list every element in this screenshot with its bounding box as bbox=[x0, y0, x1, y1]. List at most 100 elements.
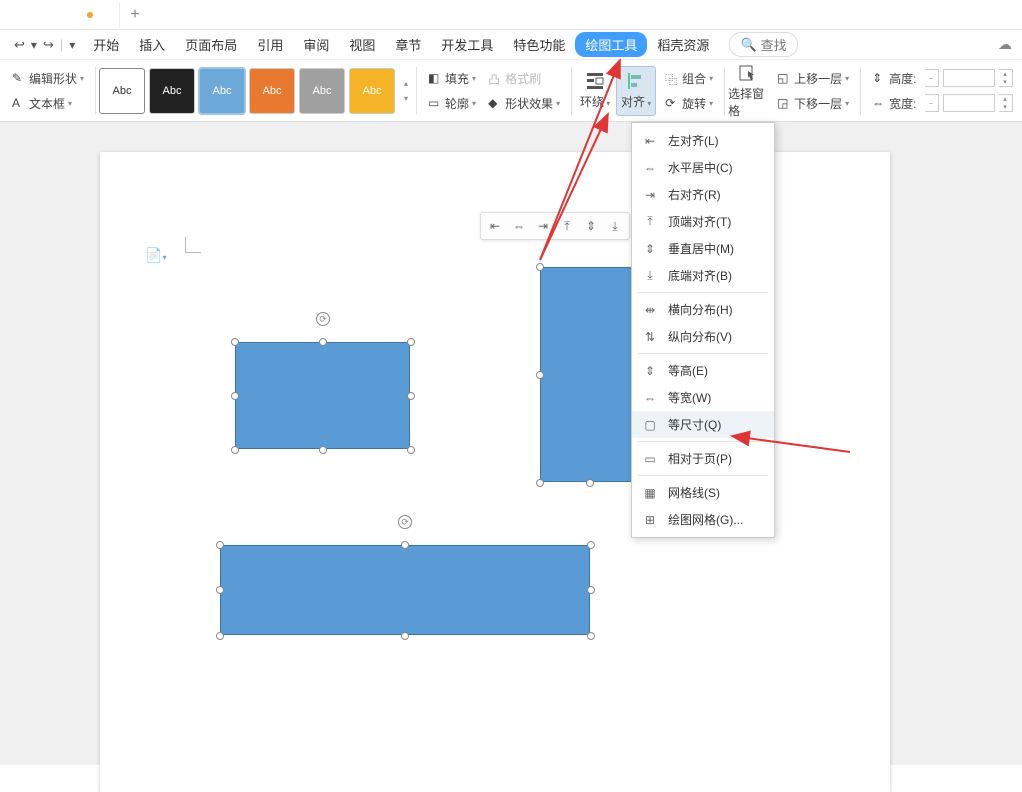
height-input[interactable] bbox=[943, 69, 995, 87]
align-menu-item[interactable]: ⇔水平居中(C) bbox=[632, 154, 774, 181]
menu-view[interactable]: 视图 bbox=[339, 31, 385, 58]
align-menu-item[interactable]: ⇕等高(E) bbox=[632, 357, 774, 384]
search-icon: 🔍 bbox=[740, 37, 756, 53]
align-menu-item[interactable]: ⊞绘图网格(G)... bbox=[632, 506, 774, 533]
resize-handle[interactable] bbox=[587, 632, 595, 640]
outline-button[interactable]: ▭轮廓▾ bbox=[424, 93, 480, 114]
align-menu-item[interactable]: ▭相对于页(P) bbox=[632, 445, 774, 472]
align-menu-item[interactable]: ⇹横向分布(H) bbox=[632, 296, 774, 323]
resize-handle[interactable] bbox=[407, 392, 415, 400]
menu-references[interactable]: 引用 bbox=[247, 31, 293, 58]
mini-align-top-icon[interactable]: ⤒ bbox=[557, 216, 577, 236]
height-stepper-minus[interactable]: – bbox=[925, 69, 939, 87]
style-swatch-2[interactable]: Abc bbox=[149, 68, 195, 114]
text-box-button[interactable]: A文本框▾ bbox=[8, 93, 88, 114]
width-stepper[interactable]: ▴▾ bbox=[999, 94, 1013, 112]
rotate-button[interactable]: ⟳旋转▾ bbox=[661, 93, 717, 114]
new-tab-button[interactable]: + bbox=[120, 6, 150, 24]
document-tab[interactable] bbox=[60, 2, 120, 28]
align-menu-item[interactable]: ⤒顶端对齐(T) bbox=[632, 208, 774, 235]
gallery-more-button[interactable]: ▴▾ bbox=[399, 79, 413, 103]
resize-handle[interactable] bbox=[586, 479, 594, 487]
menu-review[interactable]: 审阅 bbox=[293, 31, 339, 58]
align-menu-item[interactable]: ⇔等宽(W) bbox=[632, 384, 774, 411]
rotate-handle-3[interactable]: ⟳ bbox=[398, 515, 412, 529]
width-icon: ⇔ bbox=[872, 96, 886, 110]
height-label: ⇕高度: bbox=[868, 68, 920, 89]
align-menu-item[interactable]: ⇕垂直居中(M) bbox=[632, 235, 774, 262]
shape-effect-button[interactable]: ◆形状效果▾ bbox=[484, 93, 564, 114]
menu-insert[interactable]: 插入 bbox=[129, 31, 175, 58]
resize-handle[interactable] bbox=[319, 338, 327, 346]
wrap-button[interactable]: 环绕 ▾ bbox=[575, 66, 615, 116]
selection-pane-icon bbox=[738, 63, 758, 83]
paragraph-options-icon[interactable]: 📄▾ bbox=[145, 247, 166, 264]
resize-handle[interactable] bbox=[536, 479, 544, 487]
cloud-sync-icon[interactable]: ☁ bbox=[998, 36, 1012, 53]
menu-special[interactable]: 特色功能 bbox=[503, 31, 575, 58]
mini-align-center-h-icon[interactable]: ⇔ bbox=[509, 216, 529, 236]
align-menu-item[interactable]: ⇥右对齐(R) bbox=[632, 181, 774, 208]
mini-align-right-icon[interactable]: ⇥ bbox=[533, 216, 553, 236]
resize-handle[interactable] bbox=[536, 263, 544, 271]
style-swatch-3[interactable]: Abc bbox=[199, 68, 245, 114]
mini-align-bottom-icon[interactable]: ⤓ bbox=[605, 216, 625, 236]
style-swatch-1[interactable]: Abc bbox=[99, 68, 145, 114]
group-button[interactable]: ⿻组合▾ bbox=[661, 68, 717, 89]
resize-handle[interactable] bbox=[231, 338, 239, 346]
align-menu-item[interactable]: ⇅纵向分布(V) bbox=[632, 323, 774, 350]
menu-devtools[interactable]: 开发工具 bbox=[431, 31, 503, 58]
height-stepper[interactable]: ▴▾ bbox=[999, 69, 1013, 87]
align-item-icon: ⤒ bbox=[642, 214, 658, 230]
resize-handle[interactable] bbox=[319, 446, 327, 454]
menu-start[interactable]: 开始 bbox=[83, 31, 129, 58]
resize-handle[interactable] bbox=[401, 632, 409, 640]
redo-icon[interactable]: ↪ bbox=[43, 37, 54, 53]
selection-pane-button[interactable]: 选择窗格 bbox=[728, 66, 768, 116]
resize-handle[interactable] bbox=[407, 338, 415, 346]
mini-align-toolbar[interactable]: ⇤ ⇔ ⇥ ⤒ ⇕ ⤓ bbox=[480, 212, 630, 240]
resize-handle[interactable] bbox=[401, 541, 409, 549]
resize-handle[interactable] bbox=[587, 541, 595, 549]
search-box[interactable]: 🔍 查找 bbox=[729, 32, 797, 57]
resize-handle[interactable] bbox=[536, 371, 544, 379]
fill-button[interactable]: ◧填充▾ bbox=[424, 68, 480, 89]
menu-pagelayout[interactable]: 页面布局 bbox=[175, 31, 247, 58]
align-menu-item[interactable]: ⤓底端对齐(B) bbox=[632, 262, 774, 289]
resize-handle[interactable] bbox=[216, 632, 224, 640]
align-item-label: 等宽(W) bbox=[668, 389, 711, 406]
align-menu-item[interactable]: ▢等尺寸(Q) bbox=[632, 411, 774, 438]
align-menu-item[interactable]: ⇤左对齐(L) bbox=[632, 127, 774, 154]
undo-icon[interactable]: ↩ bbox=[14, 37, 25, 53]
style-swatch-4[interactable]: Abc bbox=[249, 68, 295, 114]
align-button[interactable]: 对齐 ▾ bbox=[616, 66, 656, 116]
shape-rectangle-3[interactable] bbox=[220, 545, 590, 635]
resize-handle[interactable] bbox=[587, 586, 595, 594]
rotate-handle-1[interactable]: ⟳ bbox=[316, 312, 330, 326]
margin-corner-mark bbox=[185, 237, 201, 253]
shape-effect-icon: ◆ bbox=[488, 96, 502, 110]
shape-style-gallery[interactable]: Abc Abc Abc Abc Abc Abc ▴▾ bbox=[99, 68, 413, 114]
shape-rectangle-1[interactable] bbox=[235, 342, 410, 449]
menu-section[interactable]: 章节 bbox=[385, 31, 431, 58]
resize-handle[interactable] bbox=[231, 446, 239, 454]
resize-handle[interactable] bbox=[216, 586, 224, 594]
resize-handle[interactable] bbox=[216, 541, 224, 549]
width-stepper-minus[interactable]: – bbox=[925, 94, 939, 112]
mini-align-center-v-icon[interactable]: ⇕ bbox=[581, 216, 601, 236]
resize-handle[interactable] bbox=[407, 446, 415, 454]
shape-rectangle-2[interactable] bbox=[540, 267, 640, 482]
menu-docer[interactable]: 稻壳资源 bbox=[647, 31, 719, 58]
menu-drawing-tools[interactable]: 绘图工具 bbox=[575, 32, 647, 57]
send-backward-button[interactable]: ◲下移一层▾ bbox=[773, 93, 853, 114]
search-placeholder: 查找 bbox=[761, 35, 787, 54]
resize-handle[interactable] bbox=[231, 392, 239, 400]
mini-align-left-icon[interactable]: ⇤ bbox=[485, 216, 505, 236]
align-menu-item[interactable]: ▦网格线(S) bbox=[632, 479, 774, 506]
edit-shape-button[interactable]: ✎编辑形状▾ bbox=[8, 68, 88, 89]
width-input[interactable] bbox=[943, 94, 995, 112]
bring-forward-button[interactable]: ◱上移一层▾ bbox=[773, 68, 853, 89]
align-item-label: 底端对齐(B) bbox=[668, 267, 732, 284]
style-swatch-6[interactable]: Abc bbox=[349, 68, 395, 114]
style-swatch-5[interactable]: Abc bbox=[299, 68, 345, 114]
